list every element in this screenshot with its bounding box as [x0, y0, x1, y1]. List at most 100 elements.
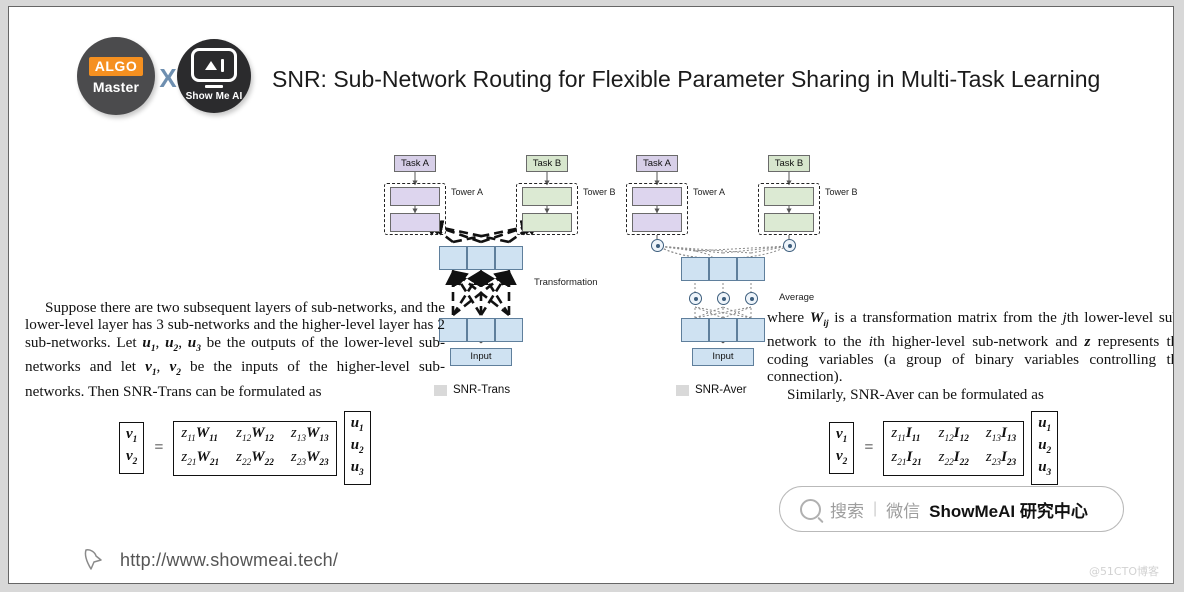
algomaster-logo-bottom: Master — [92, 79, 140, 96]
trans-tower-b-layer1 — [522, 187, 572, 206]
eq-right-m22: z22I22 — [938, 448, 969, 468]
eq-right-m21: z21I21 — [891, 448, 922, 468]
search-divider: | — [873, 500, 878, 517]
showmeai-logo: Show Me AI — [177, 39, 251, 113]
search-icon — [800, 498, 821, 520]
trans-upper-subnet-3 — [495, 246, 523, 270]
eq-left-u3: u3 — [350, 459, 364, 478]
aver-input-box: Input — [692, 348, 754, 366]
slide-canvas: ALGO Master X Show Me AI SNR: Sub-Networ… — [8, 6, 1174, 584]
trans-transformation-label: Transformation — [534, 277, 598, 288]
trans-tower-a-label: Tower A — [451, 187, 484, 197]
right-text-similarly: Similarly, SNR-Aver can be formulated as — [787, 385, 1044, 403]
aver-task-a-box: Task A — [636, 155, 678, 172]
eq-right-matrix: z11I11 z12I12 z13I13 z21I21 z22I22 z23I2… — [883, 420, 1025, 476]
equation-snr-trans: v1 v2 = z11W11 z12W12 z13W13 z21W21 z22W… — [119, 411, 371, 485]
eq-right-equals: = — [864, 439, 874, 456]
right-text-part-1: where — [767, 309, 810, 326]
eq-left-equals: = — [154, 439, 164, 456]
aver-legend: SNR-Aver — [676, 384, 747, 396]
aver-tower-a-layer1 — [632, 187, 682, 206]
trans-legend-label: SNR-Trans — [453, 384, 511, 396]
left-var-v1: v1 — [145, 358, 157, 379]
eq-left-u1: u1 — [350, 415, 364, 434]
eq-left-m23: z23W23 — [290, 448, 329, 468]
bar-icon — [220, 58, 224, 72]
eq-left-m13: z13W13 — [290, 424, 329, 444]
trans-upper-subnet-1 — [439, 246, 467, 270]
header: ALGO Master X Show Me AI SNR: Sub-Networ… — [9, 7, 1173, 127]
search-placeholder: 搜索 — [830, 501, 864, 521]
trans-tower-b-label: Tower B — [583, 187, 616, 197]
equation-snr-aver: v1 v2 = z11I11 z12I12 z13I13 z21I21 z22I… — [829, 411, 1059, 485]
aver-legend-label: SNR-Aver — [695, 384, 747, 396]
eq-left-u2: u2 — [350, 437, 364, 456]
aver-tower-b-layer2 — [764, 213, 814, 232]
aver-tower-b-layer1 — [764, 187, 814, 206]
eq-right-m13: z13I13 — [985, 424, 1017, 444]
aver-legend-swatch-icon — [676, 384, 689, 396]
eq-right-v1: v1 — [836, 426, 848, 445]
trans-legend: SNR-Trans — [434, 384, 510, 396]
eq-right-v2: v2 — [836, 448, 848, 467]
eq-right-rhs-vector: u1 u2 u3 — [1031, 411, 1059, 485]
trans-input-box: Input — [450, 348, 512, 366]
aver-lower-subnet-1 — [681, 318, 709, 342]
algomaster-logo-top: ALGO — [88, 56, 144, 77]
aver-aggregator-1 — [689, 292, 702, 305]
right-var-W: Wij — [809, 309, 829, 330]
eq-left-v1: v1 — [126, 426, 138, 445]
trans-tower-a-layer1 — [390, 187, 440, 206]
aver-tower-a-layer2 — [632, 213, 682, 232]
aver-aggregator-2 — [717, 292, 730, 305]
right-text-part-2: is a transformation matrix from the — [828, 309, 1063, 326]
eq-right-lhs-vector: v1 v2 — [829, 422, 855, 474]
left-var-u2: u2 — [165, 333, 179, 354]
footer-url-text: http://www.showmeai.tech/ — [120, 549, 339, 570]
right-text-part-4: th higher-level sub-network and — [872, 333, 1085, 351]
eq-right-m23: z23I23 — [985, 448, 1017, 468]
aver-upper-subnet-1 — [681, 257, 709, 281]
left-var-u3: u3 — [187, 333, 201, 354]
monitor-icon — [191, 48, 237, 82]
aver-average-label: Average — [779, 292, 815, 303]
algomaster-logo: ALGO Master — [77, 37, 155, 115]
eq-right-m12: z12I12 — [938, 424, 969, 444]
eq-left-m11: z11W11 — [181, 424, 218, 444]
aver-upper-subnet-3 — [737, 257, 765, 281]
page-title: SNR: Sub-Network Routing for Flexible Pa… — [272, 66, 1101, 92]
eq-left-rhs-vector: u1 u2 u3 — [343, 411, 371, 485]
aver-aggregator-tower-b — [783, 239, 796, 252]
eq-left-m21: z21W21 — [181, 448, 220, 468]
left-paragraph: Suppose there are two subsequent layers … — [25, 299, 446, 400]
eq-left-matrix: z11W11 z12W12 z13W13 z21W21 z22W22 z23W2… — [173, 420, 337, 476]
left-var-v2: v2 — [169, 358, 181, 379]
aver-tower-b-label: Tower B — [825, 187, 858, 197]
trans-lower-subnet-3 — [495, 318, 523, 342]
aver-aggregator-tower-a — [651, 239, 664, 252]
footer-link[interactable]: http://www.showmeai.tech/ — [81, 547, 338, 573]
monitor-stand-icon — [205, 85, 223, 88]
cursor-icon — [84, 549, 102, 570]
aver-upper-subnet-2 — [709, 257, 737, 281]
eq-left-m12: z12W12 — [236, 424, 274, 444]
trans-tower-b-layer2 — [522, 213, 572, 232]
trans-lower-subnet-2 — [467, 318, 495, 342]
eq-right-u3: u3 — [1038, 459, 1052, 478]
eq-right-u2: u2 — [1038, 437, 1052, 456]
watermark: @51CTO博客 — [1088, 565, 1159, 578]
eq-left-m22: z22W22 — [236, 448, 274, 468]
search-channel: 微信 — [886, 501, 921, 521]
search-bar[interactable]: 搜索 | 微信 ShowMeAI 研究中心 — [779, 486, 1124, 532]
aver-task-b-box: Task B — [768, 155, 810, 172]
right-paragraph: where Wij is a transformation matrix fro… — [767, 309, 1173, 403]
cross-symbol: X — [159, 63, 177, 93]
trans-upper-subnet-2 — [467, 246, 495, 270]
eq-left-v2: v2 — [126, 448, 138, 467]
search-brand: ShowMeAI 研究中心 — [929, 501, 1088, 521]
aver-lower-subnet-3 — [737, 318, 765, 342]
left-var-u1: u1 — [142, 333, 156, 354]
eq-right-m11: z11I11 — [891, 424, 921, 444]
trans-task-b-box: Task B — [526, 155, 568, 172]
aver-lower-subnet-2 — [709, 318, 737, 342]
